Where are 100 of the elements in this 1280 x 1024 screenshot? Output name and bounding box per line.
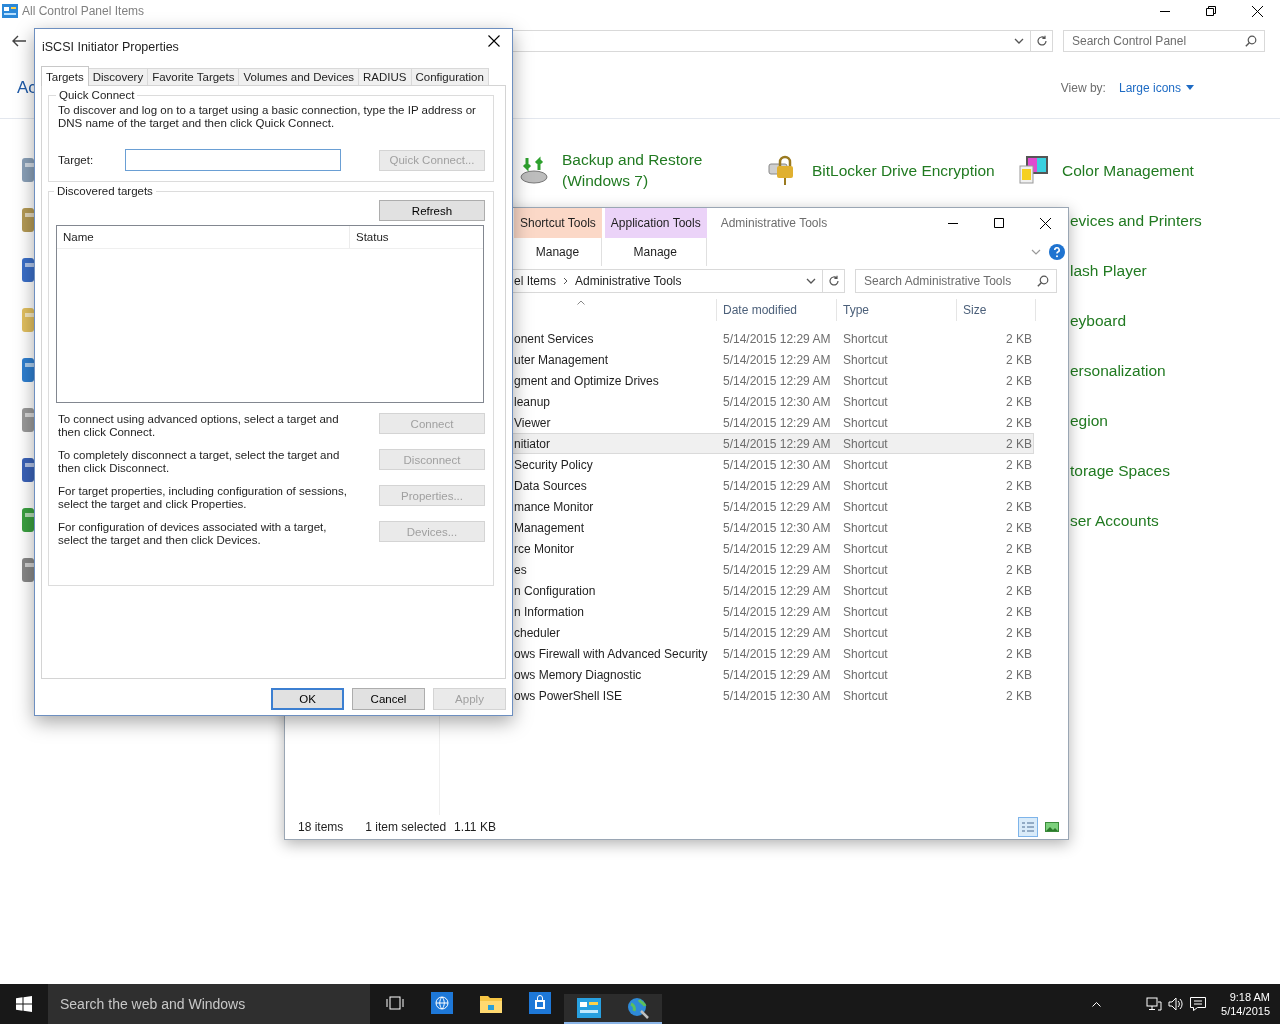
instruction-text: For configuration of devices associated with a target, select the target and then click Devices.: [57, 521, 328, 547]
view-by-label: View by:: [1060, 80, 1106, 95]
file-name: leanup: [514, 394, 551, 409]
control-panel-item[interactable]: lash Player: [1070, 245, 1147, 295]
control-panel-item[interactable]: evices and Printers: [1070, 195, 1202, 245]
file-name: ows Firewall with Advanced Security: [514, 646, 708, 661]
file-name: Viewer: [514, 415, 551, 430]
column-header[interactable]: Size: [957, 299, 1036, 321]
ribbon-tab[interactable]: Manage: [604, 238, 707, 266]
file-name: mance Monitor: [514, 499, 594, 514]
type-cell-text: Shortcut: [842, 562, 889, 577]
type-cell-text: Shortcut: [842, 457, 889, 472]
refresh-button[interactable]: [1031, 30, 1053, 52]
control-panel-item[interactable]: torage Spaces: [1070, 445, 1170, 495]
column-header[interactable]: Type: [837, 299, 957, 321]
date-cell-text: 5/14/2015 12:29 AM: [722, 646, 832, 661]
tab[interactable]: Targets: [41, 66, 89, 86]
dialog-button[interactable]: OK: [271, 688, 344, 710]
dialog-button[interactable]: Cancel: [352, 688, 425, 710]
search-field[interactable]: Search Control Panel: [1063, 30, 1265, 52]
date-cell-text: 5/14/2015 12:30 AM: [722, 688, 832, 703]
file-name: n Information: [514, 604, 585, 619]
date-cell-text: 5/14/2015 12:29 AM: [722, 541, 832, 556]
size-cell-text: 2 KB: [1005, 373, 1033, 388]
size-cell-text: 2 KB: [1005, 604, 1033, 619]
file-name: Data Sources: [514, 478, 587, 493]
file-name: es: [514, 562, 527, 577]
column-header[interactable]: Name: [57, 226, 350, 248]
size-cell-text: 2 KB: [1005, 457, 1033, 472]
clock[interactable]: 9:18 AM 5/14/2015: [1221, 990, 1270, 1018]
control-panel-item[interactable]: BitLocker Drive Encryption: [768, 145, 995, 195]
file-name: uter Management: [514, 352, 609, 367]
ribbon-tab[interactable]: Manage: [514, 238, 602, 266]
size-cell-text: 2 KB: [1005, 499, 1033, 514]
breadcrumb[interactable]: el Items: [514, 274, 556, 288]
windows-logo-icon: [16, 996, 32, 1012]
expand-ribbon-button[interactable]: [1031, 249, 1041, 255]
back-arrow-icon: [12, 35, 26, 47]
taskbar-app-button[interactable]: [613, 994, 662, 1024]
control-panel-item[interactable]: ersonalization: [1070, 345, 1166, 395]
instruction-text: For target properties, including configuration of sessions, select the target and click Properties.: [57, 485, 348, 511]
help-icon: [1049, 244, 1065, 260]
control-panel-item[interactable]: Backup and Restore (Windows 7): [518, 145, 752, 195]
size-cell-text: 2 KB: [1005, 541, 1033, 556]
date-cell-text: 5/14/2015 12:29 AM: [722, 667, 832, 682]
selection-size: 1.11 KB: [454, 820, 496, 834]
size-cell-text: 2 KB: [1005, 583, 1033, 598]
refresh-button[interactable]: [823, 269, 845, 293]
view-by-dropdown[interactable]: Large icons: [1118, 80, 1194, 95]
type-cell-text: Shortcut: [842, 394, 889, 409]
file-name: ows PowerShell ISE: [514, 688, 623, 703]
type-cell-text: Shortcut: [842, 499, 889, 514]
size-cell-text: 2 KB: [1005, 667, 1033, 682]
help-button[interactable]: [1049, 244, 1065, 260]
search-field[interactable]: Search the web and Windows: [48, 984, 370, 1024]
control-panel-item[interactable]: ser Accounts: [1070, 495, 1159, 545]
caret-icon: [1186, 85, 1194, 90]
search-icon: [1037, 275, 1049, 287]
taskbar-app-button[interactable]: [564, 994, 613, 1024]
tab[interactable]: Volumes and Devices: [238, 68, 360, 85]
size-cell-text: 2 KB: [1005, 352, 1033, 367]
search-field[interactable]: Search Administrative Tools: [855, 269, 1057, 293]
date-cell-text: 5/14/2015 12:29 AM: [722, 604, 832, 619]
file-name: nitiator: [514, 436, 551, 451]
control-panel-item[interactable]: egion: [1070, 395, 1108, 445]
date-cell-text: 5/14/2015 12:29 AM: [722, 436, 832, 451]
file-name: cheduler: [514, 625, 561, 640]
instruction-text: To discover and log on to a target using a basic connection, type the IP address or DNS name of the target and then click Quick Connect.: [58, 104, 477, 130]
maximize-icon: [994, 218, 1004, 228]
date-cell-text: 5/14/2015 12:29 AM: [722, 331, 832, 346]
file-name: ows Memory Diagnostic: [514, 667, 642, 682]
tab[interactable]: RADIUS: [358, 68, 412, 85]
control-panel-item[interactable]: eyboard: [1070, 295, 1126, 345]
minimize-icon: [1160, 10, 1170, 12]
date-cell-text: 5/14/2015 12:29 AM: [722, 373, 832, 388]
type-cell-text: Shortcut: [842, 688, 889, 703]
dialog-title: iSCSI Initiator Properties: [42, 40, 179, 54]
type-cell-text: Shortcut: [842, 604, 889, 619]
back-button[interactable]: [11, 33, 27, 49]
size-cell-text: 2 KB: [1005, 436, 1033, 451]
control-panel-item[interactable]: Color Management: [1018, 145, 1194, 195]
size-cell-text: 2 KB: [1005, 562, 1033, 577]
column-header[interactable]: Status: [350, 226, 389, 248]
chevron-icon: [1014, 38, 1024, 44]
type-cell-text: Shortcut: [842, 478, 889, 493]
selection-status: 1 item selected: [365, 820, 447, 834]
breadcrumb[interactable]: Administrative Tools: [575, 274, 682, 288]
task-view-icon: [386, 996, 404, 1010]
close-icon: [1251, 5, 1263, 17]
refresh-icon: [827, 275, 840, 287]
refresh-button[interactable]: Refresh: [379, 200, 485, 221]
tab[interactable]: Favorite Targets: [147, 68, 240, 85]
tab[interactable]: Configuration: [410, 68, 489, 85]
column-header[interactable]: Date modified: [717, 299, 837, 321]
tab[interactable]: Discovery: [87, 68, 149, 85]
file-name: rce Monitor: [514, 541, 575, 556]
sort-caret-icon: [577, 300, 585, 305]
speaker-icon: [1168, 997, 1185, 1011]
group-label: Discovered targets: [56, 185, 154, 197]
target-field[interactable]: [125, 149, 341, 171]
